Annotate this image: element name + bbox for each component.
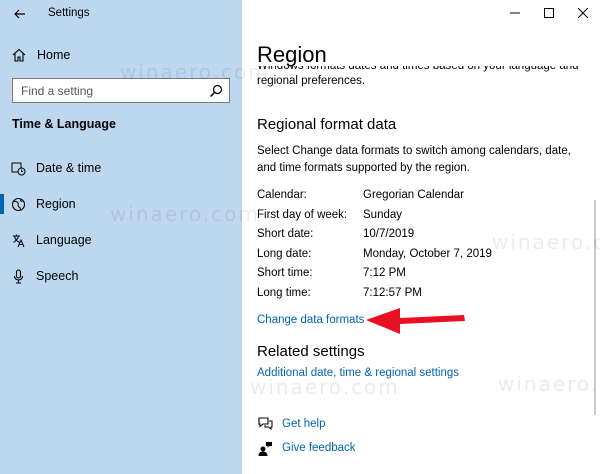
format-key: Long time: bbox=[257, 287, 311, 299]
title-bar-left: Settings bbox=[0, 0, 242, 28]
intro-cut-text: Windows formats dates and times based on… bbox=[257, 66, 579, 72]
get-help-label: Get help bbox=[282, 418, 326, 430]
scrollbar[interactable] bbox=[594, 200, 596, 415]
get-help-link[interactable]: Get help bbox=[257, 414, 325, 434]
search-input[interactable] bbox=[13, 83, 203, 98]
sidebar-item-label: Region bbox=[36, 197, 76, 211]
minimize-icon bbox=[510, 12, 520, 14]
search-box[interactable] bbox=[12, 78, 230, 103]
sidebar-item-label: Language bbox=[36, 233, 92, 247]
format-value: Sunday bbox=[363, 209, 403, 221]
give-feedback-link[interactable]: Give feedback bbox=[257, 438, 356, 458]
home-label: Home bbox=[37, 48, 71, 62]
sidebar-home[interactable]: Home bbox=[0, 42, 242, 68]
sidebar: Settings Home Time & Language Date & tim… bbox=[0, 0, 242, 474]
window-controls bbox=[498, 0, 600, 28]
home-icon bbox=[11, 47, 27, 63]
format-key: Short date: bbox=[257, 228, 314, 240]
sidebar-item-label: Speech bbox=[36, 269, 79, 283]
format-value: Gregorian Calendar bbox=[363, 189, 465, 201]
sidebar-item-label: Date & time bbox=[36, 161, 102, 175]
format-key: Long date: bbox=[257, 248, 312, 260]
intro-cut-line: Windows formats dates and times based on… bbox=[257, 66, 587, 74]
sidebar-item-date-time[interactable]: Date & time bbox=[0, 153, 242, 183]
regional-format-heading: Regional format data bbox=[257, 116, 397, 133]
sidebar-item-region[interactable]: Region bbox=[0, 189, 242, 219]
format-row: Calendar: Gregorian Calendar bbox=[257, 189, 577, 208]
format-key: Short time: bbox=[257, 267, 313, 279]
close-icon bbox=[578, 8, 588, 18]
format-row: First day of week: Sunday bbox=[257, 209, 577, 228]
annotation-arrow bbox=[366, 308, 465, 334]
minimize-button[interactable] bbox=[498, 0, 532, 26]
regional-format-description: Select Change data formats to switch amo… bbox=[257, 145, 571, 174]
additional-regional-settings-link[interactable]: Additional date, time & regional setting… bbox=[257, 367, 459, 379]
format-key: Calendar: bbox=[257, 189, 307, 201]
back-arrow-icon bbox=[14, 9, 25, 19]
back-button[interactable] bbox=[6, 3, 34, 25]
format-value: 7:12 PM bbox=[363, 267, 406, 279]
format-value: Monday, October 7, 2019 bbox=[363, 248, 492, 260]
intro-line: regional preferences. bbox=[257, 75, 366, 87]
globe-icon bbox=[10, 196, 26, 212]
page-title: Region bbox=[257, 42, 327, 67]
format-row: Short time: 7:12 PM bbox=[257, 267, 577, 286]
sidebar-item-language[interactable]: Language bbox=[0, 225, 242, 255]
change-data-formats-link[interactable]: Change data formats bbox=[257, 314, 364, 326]
maximize-icon bbox=[544, 8, 554, 18]
related-settings-heading: Related settings bbox=[257, 343, 365, 360]
microphone-icon bbox=[10, 268, 26, 284]
sidebar-item-speech[interactable]: Speech bbox=[0, 261, 242, 291]
format-row: Short date: 10/7/2019 bbox=[257, 228, 577, 247]
language-icon bbox=[10, 232, 26, 248]
main-content: Region Windows formats dates and times b… bbox=[242, 0, 600, 474]
section-title: Time & Language bbox=[12, 117, 116, 131]
format-value: 10/7/2019 bbox=[363, 228, 415, 240]
feedback-person-icon bbox=[257, 440, 273, 456]
app-title: Settings bbox=[48, 7, 90, 19]
close-button[interactable] bbox=[566, 0, 600, 26]
search-icon[interactable] bbox=[209, 84, 223, 98]
intro-text: Windows formats dates and times based on… bbox=[257, 66, 587, 89]
help-chat-icon bbox=[257, 416, 273, 432]
maximize-button[interactable] bbox=[532, 0, 566, 26]
calendar-clock-icon bbox=[10, 160, 26, 176]
format-key: First day of week: bbox=[257, 209, 348, 221]
format-row: Long date: Monday, October 7, 2019 bbox=[257, 248, 577, 267]
give-feedback-label: Give feedback bbox=[282, 442, 356, 454]
